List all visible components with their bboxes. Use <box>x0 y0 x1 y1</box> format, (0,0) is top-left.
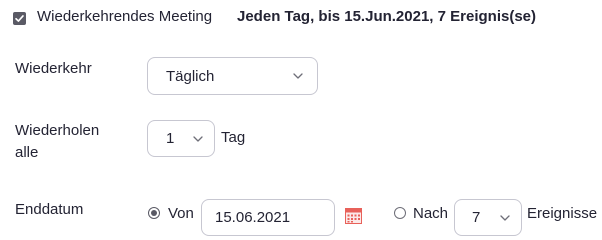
recurrence-summary: Jeden Tag, bis 15.Jun.2021, 7 Ereignis(s… <box>237 8 537 25</box>
recurrence-type-select[interactable]: Täglich <box>147 57 318 95</box>
calendar-icon[interactable] <box>345 207 362 224</box>
chevron-down-icon <box>500 214 510 221</box>
check-icon <box>15 15 24 22</box>
recurrence-label: Wiederkehr <box>15 60 92 77</box>
recurring-meeting-label[interactable]: Wiederkehrendes Meeting <box>37 8 212 25</box>
recurring-meeting-checkbox[interactable] <box>13 12 26 25</box>
end-after-occurrences-label[interactable]: Nach <box>413 205 448 222</box>
occurrences-value: 7 <box>472 209 481 226</box>
end-date-input[interactable]: 15.06.2021 <box>201 199 335 236</box>
end-by-date-radio[interactable] <box>148 207 160 219</box>
repeat-interval-unit: Tag <box>221 129 246 146</box>
end-after-occurrences-radio[interactable] <box>394 207 406 219</box>
repeat-every-label-line2: alle <box>15 144 39 161</box>
occurrences-select[interactable]: 7 <box>454 199 522 236</box>
end-by-date-label[interactable]: Von <box>168 205 194 222</box>
occurrences-unit: Ereignisse <box>527 205 598 222</box>
repeat-interval-value: 1 <box>166 130 175 147</box>
end-date-label: Enddatum <box>15 201 84 218</box>
repeat-interval-select[interactable]: 1 <box>147 120 215 157</box>
repeat-every-label-line1: Wiederholen <box>15 122 100 139</box>
chevron-down-icon <box>293 73 303 79</box>
end-date-value: 15.06.2021 <box>215 209 291 226</box>
recurrence-type-value: Täglich <box>166 67 215 85</box>
chevron-down-icon <box>193 135 203 142</box>
